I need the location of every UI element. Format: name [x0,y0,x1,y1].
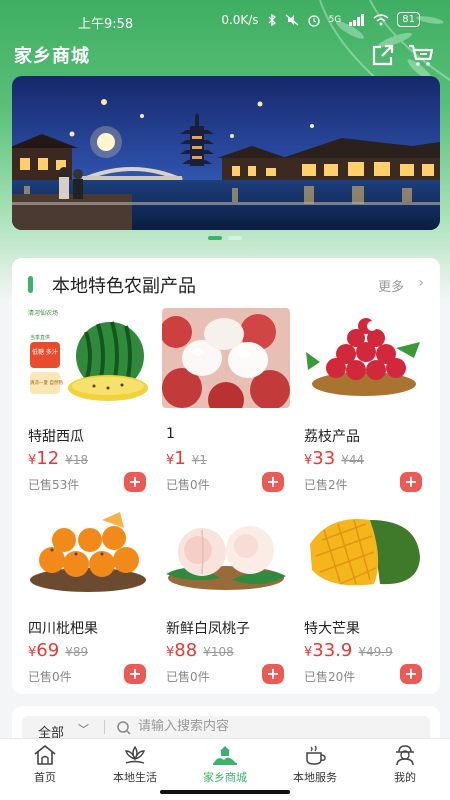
product-name: 特甜西瓜 [28,429,84,445]
product-price: ¥1 ¥1 [166,448,208,469]
coffee-icon [306,745,326,765]
sold-count: 已售2件 [304,478,348,492]
product-name: 1 [166,426,175,442]
add-to-cart-button[interactable]: + [124,472,146,492]
original-price: ¥1 [191,453,208,467]
carousel-indicator [0,236,450,240]
watermelon-illustration: 清河仙农场 当季直供 低糖 多汁 清凉一夏 自然熟 [24,308,152,408]
search-divider [104,720,105,734]
product-name: 四川枇杷果 [28,621,98,637]
original-price: ¥108 [203,645,234,659]
product-image-watermelon[interactable]: 清河仙农场 当季直供 低糖 多汁 清凉一夏 自然熟 [24,308,152,408]
status-indicators: 0.0K/s 5G 81 [221,12,420,27]
peach-illustration [162,500,290,600]
carousel-dot[interactable] [208,236,222,240]
chevron-right-icon[interactable]: › [418,275,424,291]
tab-label: 我的 [394,771,416,784]
section-title: 本地特色农副产品 [52,276,196,297]
mute-icon [285,14,298,25]
mango-illustration [300,500,428,600]
product-price: ¥33 ¥44 [304,448,365,469]
product-card[interactable]: 清河仙农场 当季直供 低糖 多汁 清凉一夏 自然熟 特甜西瓜 ¥12 ¥18 已售… [24,308,152,508]
sold-count: 已售0件 [166,670,210,684]
section-header: 本地特色农副产品 更多 › [12,258,440,310]
product-image-lychee-basket[interactable] [300,308,428,408]
product-name: 荔枝产品 [304,429,360,445]
cart-icon[interactable] [406,40,436,70]
add-to-cart-button[interactable]: + [262,472,284,492]
product-name: 新鲜白凤桃子 [166,621,250,637]
more-link[interactable]: 更多 [378,276,404,295]
sold-count: 已售0件 [166,478,210,492]
original-price: ¥89 [65,645,89,659]
product-card[interactable]: 荔枝产品 ¥33 ¥44 已售2件 + [300,308,428,508]
tab-label: 首页 [34,771,56,784]
product-name: 特大芒果 [304,621,360,637]
local-products-section: 本地特色农副产品 更多 › 清河仙农场 当季直供 低糖 多汁 清凉一夏 自然熟 … [12,258,440,694]
wifi-icon [373,13,389,25]
search-input[interactable] [138,719,398,734]
product-card[interactable]: 1 ¥1 ¥1 已售0件 + [162,308,290,508]
product-image-lychee-peeled[interactable] [162,308,290,408]
status-bar: 上午9:58 0.0K/s 5G 81 [0,0,450,40]
banner-image [12,76,440,230]
signal-icon [349,13,365,26]
product-card[interactable]: 四川枇杷果 ¥69 ¥89 已售0件 + [24,500,152,700]
lychee-illustration [162,308,290,408]
promo-tag-summer: 清凉一夏 自然熟 [30,379,63,386]
add-to-cart-button[interactable]: + [400,664,422,684]
tab-label: 家乡商城 [203,771,247,784]
lychee-basket-illustration [300,308,428,408]
status-time: 上午9:58 [78,17,134,32]
tab-label: 本地生活 [113,771,157,784]
tab-profile[interactable]: 我的 [360,739,450,800]
tab-home[interactable]: 首页 [0,739,90,800]
network-speed: 0.0K/s [221,12,259,27]
alarm-icon [307,14,320,27]
chevron-down-icon[interactable]: ﹀ [78,721,89,737]
brand-logo: 清河仙农场 [28,309,58,317]
home-indicator [160,790,290,794]
promo-tag-season: 当季直供 [30,334,50,341]
product-image-peach[interactable] [162,500,290,600]
bluetooth-icon [268,13,276,26]
product-image-mango[interactable] [300,500,428,600]
tab-label: 本地服务 [293,771,337,784]
product-price: ¥12 ¥18 [28,448,89,469]
mall-icon [213,746,237,765]
user-icon [396,745,414,766]
page-title: 家乡商城 [14,46,90,67]
section-accent-bar [28,276,33,293]
banner-carousel[interactable] [12,76,440,230]
product-card[interactable]: 新鲜白凤桃子 ¥88 ¥108 已售0件 + [162,500,290,700]
add-to-cart-button[interactable]: + [400,472,422,492]
sold-count: 已售20件 [304,670,356,684]
sold-count: 已售0件 [28,670,72,684]
original-price: ¥18 [65,453,89,467]
loquat-illustration [24,500,152,600]
product-image-loquat[interactable] [24,500,152,600]
share-icon[interactable] [368,40,398,70]
add-to-cart-button[interactable]: + [262,664,284,684]
product-price: ¥69 ¥89 [28,640,89,661]
signal-label: 5G [328,14,342,25]
battery-indicator: 81 [397,12,420,27]
carousel-dot[interactable] [228,236,242,240]
promo-tag-sweet: 低糖 多汁 [32,348,58,356]
product-price: ¥33.9 ¥49.9 [304,640,393,661]
home-icon [34,745,56,765]
original-price: ¥49.9 [358,645,393,659]
product-price: ¥88 ¥108 [166,640,234,661]
product-card[interactable]: 特大芒果 ¥33.9 ¥49.9 已售20件 + [300,500,428,700]
lotus-icon [125,745,145,764]
original-price: ¥44 [341,453,365,467]
add-to-cart-button[interactable]: + [124,664,146,684]
sold-count: 已售53件 [28,478,80,492]
search-icon [117,721,131,735]
